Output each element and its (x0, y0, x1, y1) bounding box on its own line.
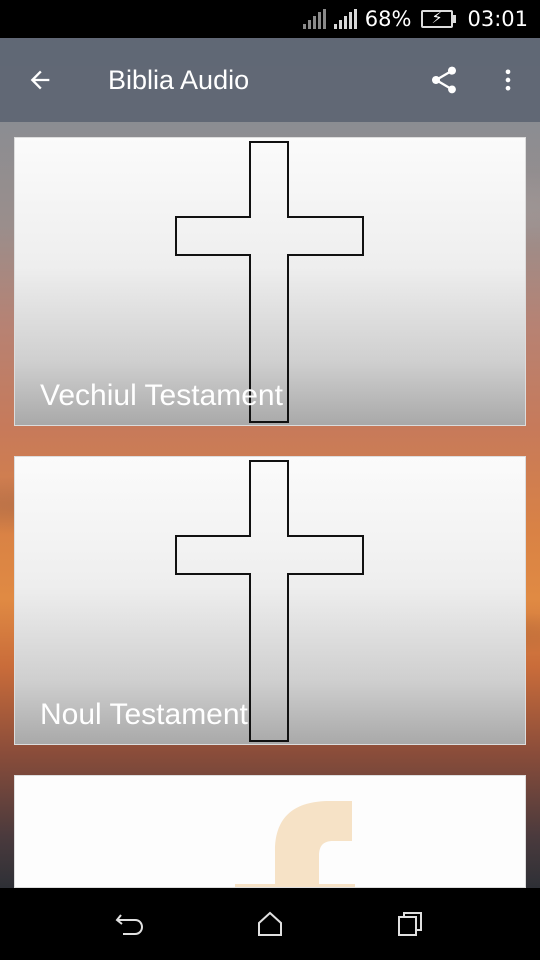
recents-icon (398, 912, 422, 936)
nav-home-button[interactable] (240, 894, 300, 954)
nav-recents-button[interactable] (380, 894, 440, 954)
clock: 03:01 (467, 7, 528, 31)
back-button[interactable] (0, 38, 80, 122)
card-vechiul-testament[interactable]: Vechiul Testament (14, 137, 526, 426)
share-button[interactable] (412, 38, 476, 122)
app-toolbar: Biblia Audio (0, 38, 540, 122)
facebook-icon (235, 801, 355, 887)
card-facebook[interactable] (14, 775, 526, 888)
cell-signal-icon (333, 9, 357, 29)
more-vert-icon (505, 69, 511, 91)
battery-icon: ⚡ (421, 8, 457, 28)
battery-percent: 68% (364, 7, 412, 31)
card-label: Vechiul Testament (40, 379, 283, 412)
more-options-button[interactable] (476, 38, 540, 122)
wifi-signal-icon (302, 9, 326, 29)
page-title: Biblia Audio (108, 64, 250, 95)
system-nav-bar (0, 888, 540, 960)
share-icon (432, 66, 456, 94)
card-label: Noul Testament (40, 698, 248, 731)
status-bar: 68% ⚡ 03:01 (0, 0, 540, 38)
card-noul-testament[interactable]: Noul Testament (14, 456, 526, 745)
nav-back-icon (115, 914, 144, 935)
home-icon (258, 911, 282, 936)
arrow-left-icon (30, 70, 50, 90)
nav-back-button[interactable] (100, 894, 160, 954)
